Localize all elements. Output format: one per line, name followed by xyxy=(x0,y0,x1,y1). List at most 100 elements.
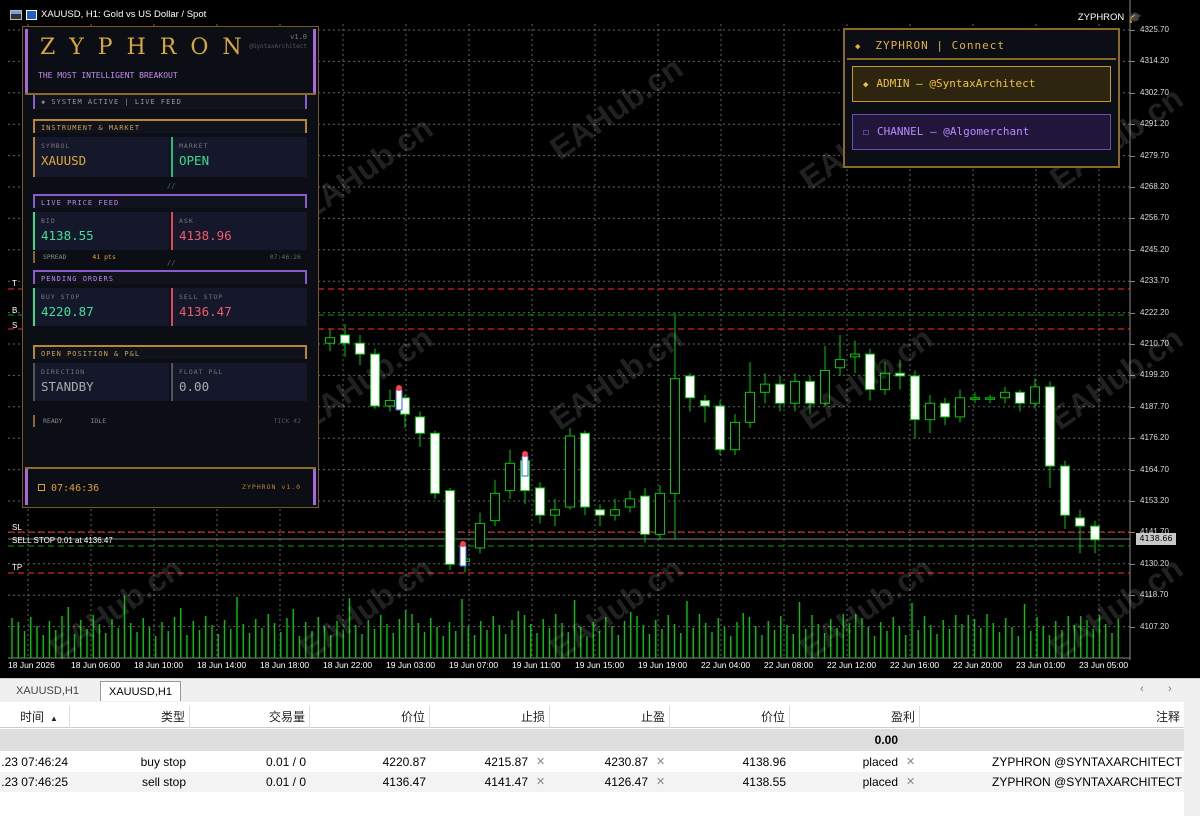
bull-candle xyxy=(760,383,770,393)
time-tick-label: 23 Jun 05:00 xyxy=(1079,660,1129,670)
row-volume: 0.01 / 0 xyxy=(265,755,306,769)
row-volume: 0.01 / 0 xyxy=(265,775,306,789)
bull-candle xyxy=(925,402,935,421)
accent-bar xyxy=(33,212,35,250)
float-value: 0.00 xyxy=(179,379,210,394)
col-header-volume[interactable]: 交易量 xyxy=(190,706,310,728)
row-comment: ZYPHRON @SYNTAXARCHITECT xyxy=(992,755,1182,769)
sellstop-value: 4136.47 xyxy=(179,304,232,319)
bear-candle xyxy=(415,416,425,434)
current-price-label: 4138.66 xyxy=(1136,533,1176,545)
expert-label[interactable]: ZYPHRON 🎓 xyxy=(1078,11,1142,24)
col-header-comment[interactable]: 注释 xyxy=(920,706,1184,728)
price-tick-label: 4268.20 xyxy=(1140,182,1169,191)
chart-title-text: XAUUSD, H1: Gold vs US Dollar / Spot xyxy=(41,9,207,20)
bull-candle xyxy=(730,421,740,451)
price-tick xyxy=(1130,281,1135,283)
market-cell: MARKET OPEN xyxy=(171,137,307,177)
accent-bar xyxy=(33,288,35,326)
price-tick xyxy=(1130,626,1135,628)
bull-candle xyxy=(655,492,665,535)
tab-scroll-right-icon[interactable]: › xyxy=(1168,683,1172,695)
bear-candle xyxy=(775,383,785,404)
float-pl-cell: FLOAT P&L 0.00 xyxy=(171,363,307,401)
bear-candle xyxy=(595,509,605,516)
time-tick-label: 22 Jun 16:00 xyxy=(890,660,940,670)
time-tick-label: 22 Jun 12:00 xyxy=(827,660,877,670)
bear-candle xyxy=(700,400,710,407)
bull-candle xyxy=(955,397,965,418)
delete-order-icon[interactable]: ✕ xyxy=(906,772,915,792)
col-header-profit[interactable]: 盈利 xyxy=(790,706,920,728)
price-tick-label: 4153.20 xyxy=(1140,496,1169,505)
row-time: .23 07:46:24 xyxy=(1,755,68,769)
price-tick xyxy=(1130,532,1135,534)
admin-contact-button[interactable]: ◆ ADMIN — @SyntaxArchitect xyxy=(852,66,1111,102)
zyphron-dashboard-panel[interactable]: ZYPHRON v1.0 @SyntaxArchitect THE MOST I… xyxy=(22,26,319,508)
ask-value: 4138.96 xyxy=(179,228,232,243)
price-tick xyxy=(1130,218,1135,220)
table-scrollbar[interactable] xyxy=(1184,702,1200,816)
row-time: .23 07:46:25 xyxy=(1,775,68,789)
bull-candle xyxy=(850,353,860,358)
col-header-sl[interactable]: 止损 xyxy=(430,706,550,728)
price-tick-label: 4233.70 xyxy=(1140,276,1169,286)
price-tick-label: 4187.70 xyxy=(1140,401,1169,411)
panel-logo: ZYPHRON xyxy=(40,35,256,60)
connect-title: ZYPHRON | Connect xyxy=(875,39,1006,52)
remove-sl-icon[interactable]: ✕ xyxy=(536,772,545,792)
trade-arrow-icon xyxy=(460,541,466,547)
remove-tp-icon[interactable]: ✕ xyxy=(656,752,665,772)
price-tick xyxy=(1130,61,1135,63)
col-header-time[interactable]: 时间 ▲ xyxy=(0,706,70,728)
col-header-price[interactable]: 价位 xyxy=(310,706,430,728)
bear-candle xyxy=(715,405,725,451)
tab-xauusd-h1-active[interactable]: XAUUSD,H1 xyxy=(100,681,181,701)
channel-label: CHANNEL — @Algomerchant xyxy=(877,125,1030,138)
trade-table[interactable]: 时间 ▲ 类型 交易量 价位 止损 止盈 价位 盈利 注释 0.00 .23 07… xyxy=(0,702,1200,816)
bull-candle xyxy=(490,492,500,522)
price-tick-label: 4245.20 xyxy=(1140,244,1169,254)
row-price: 4136.47 xyxy=(382,775,426,789)
accent-bar xyxy=(171,288,173,326)
price-tick xyxy=(1130,501,1135,502)
bear-candle xyxy=(340,334,350,344)
price-tick xyxy=(1130,155,1135,157)
tab-scroll-left-icon[interactable]: ‹ xyxy=(1140,683,1144,695)
tab-xauusd-h1[interactable]: XAUUSD,H1 xyxy=(8,681,87,701)
remove-sl-icon[interactable]: ✕ xyxy=(536,752,545,772)
accent-bar xyxy=(33,363,35,401)
state-label: READY xyxy=(43,417,63,425)
time-tick-label: 23 Jun 01:00 xyxy=(1016,660,1066,670)
square-icon: ☐ xyxy=(863,127,870,138)
table-row[interactable]: .23 07:46:25 sell stop 0.01 / 0 4136.47 … xyxy=(0,772,1184,792)
sort-up-icon: ▲ xyxy=(50,714,58,723)
bear-candle xyxy=(355,342,365,355)
accent-bar xyxy=(171,137,173,177)
panel-time-small: 07:46:26 xyxy=(269,253,301,261)
bid-label: BID xyxy=(41,217,56,225)
buystop-value: 4220.87 xyxy=(41,304,94,319)
bear-candle xyxy=(685,375,695,399)
graduation-cap-icon: 🎓 xyxy=(1128,12,1142,24)
bear-candle xyxy=(640,495,650,535)
buystop-label: BUY STOP xyxy=(41,293,81,301)
channel-contact-button[interactable]: ☐ CHANNEL — @Algomerchant xyxy=(852,114,1111,150)
bear-candle xyxy=(535,487,545,516)
row-profit: placed xyxy=(862,775,898,789)
bear-candle xyxy=(580,432,590,508)
col-header-current-price[interactable]: 价位 xyxy=(670,706,790,728)
chart-window[interactable]: XAUUSD, H1: Gold vs US Dollar / Spot ZYP… xyxy=(0,0,1200,678)
col-header-type[interactable]: 类型 xyxy=(70,706,190,728)
bull-candle xyxy=(985,397,995,400)
remove-tp-icon[interactable]: ✕ xyxy=(656,772,665,792)
col-header-tp[interactable]: 止盈 xyxy=(550,706,670,728)
time-tick-label: 22 Jun 08:00 xyxy=(764,660,814,670)
bull-candle xyxy=(475,522,485,549)
table-row[interactable]: .23 07:46:24 buy stop 0.01 / 0 4220.87 4… xyxy=(0,752,1184,772)
bull-candle xyxy=(670,378,680,494)
delete-order-icon[interactable]: ✕ xyxy=(906,752,915,772)
window-icon xyxy=(10,9,22,20)
summary-profit: 0.00 xyxy=(874,733,898,747)
separator: // xyxy=(167,259,176,267)
